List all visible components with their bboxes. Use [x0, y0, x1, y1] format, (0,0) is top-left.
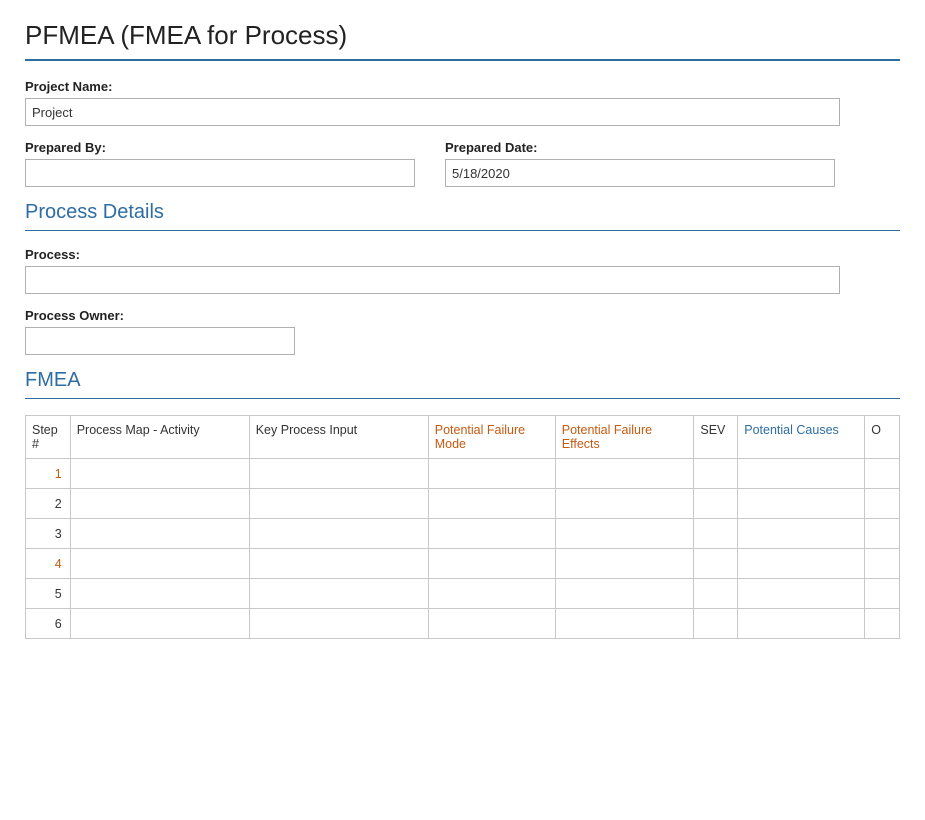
step-cell: 3: [26, 519, 71, 549]
table-header-row: Step # Process Map - Activity Key Proces…: [26, 416, 900, 459]
project-name-input[interactable]: [25, 98, 840, 126]
col-header-failure-effects: Potential Failure Effects: [555, 416, 694, 459]
process-label: Process:: [25, 247, 900, 262]
prepared-date-input[interactable]: [445, 159, 835, 187]
col-header-step: Step #: [26, 416, 71, 459]
key-process-cell[interactable]: [249, 609, 428, 639]
col-header-process-map: Process Map - Activity: [70, 416, 249, 459]
page-title: PFMEA (FMEA for Process): [25, 20, 900, 51]
failure-effects-cell[interactable]: [555, 459, 694, 489]
step-cell: 6: [26, 609, 71, 639]
process-map-cell[interactable]: [70, 609, 249, 639]
o-cell[interactable]: [865, 519, 900, 549]
process-map-cell[interactable]: [70, 549, 249, 579]
fmea-title: FMEA: [25, 369, 900, 392]
prepared-row: Prepared By: Prepared Date:: [25, 140, 900, 187]
key-process-cell[interactable]: [249, 549, 428, 579]
step-cell: 1: [26, 459, 71, 489]
prepared-date-label: Prepared Date:: [445, 140, 835, 155]
failure-mode-cell[interactable]: [428, 489, 555, 519]
process-details-title: Process Details: [25, 201, 900, 224]
table-row: 6: [26, 609, 900, 639]
o-cell[interactable]: [865, 609, 900, 639]
col-header-failure-mode: Potential Failure Mode: [428, 416, 555, 459]
failure-effects-cell[interactable]: [555, 609, 694, 639]
process-map-cell[interactable]: [70, 489, 249, 519]
potential-causes-cell[interactable]: [738, 489, 865, 519]
process-owner-group: Process Owner:: [25, 308, 900, 355]
step-cell: 5: [26, 579, 71, 609]
project-name-label: Project Name:: [25, 79, 900, 94]
sev-cell[interactable]: [694, 489, 738, 519]
failure-effects-cell[interactable]: [555, 549, 694, 579]
failure-mode-cell[interactable]: [428, 459, 555, 489]
o-cell[interactable]: [865, 579, 900, 609]
sev-cell[interactable]: [694, 609, 738, 639]
failure-effects-cell[interactable]: [555, 489, 694, 519]
potential-causes-cell[interactable]: [738, 459, 865, 489]
failure-effects-cell[interactable]: [555, 579, 694, 609]
failure-mode-cell[interactable]: [428, 609, 555, 639]
failure-effects-cell[interactable]: [555, 519, 694, 549]
project-name-group: Project Name:: [25, 79, 900, 126]
col-header-o: O: [865, 416, 900, 459]
failure-mode-cell[interactable]: [428, 549, 555, 579]
process-map-cell[interactable]: [70, 579, 249, 609]
process-owner-input[interactable]: [25, 327, 295, 355]
sev-cell[interactable]: [694, 549, 738, 579]
prepared-by-label: Prepared By:: [25, 140, 415, 155]
potential-causes-cell[interactable]: [738, 579, 865, 609]
sev-cell[interactable]: [694, 459, 738, 489]
o-cell[interactable]: [865, 549, 900, 579]
o-cell[interactable]: [865, 459, 900, 489]
process-owner-label: Process Owner:: [25, 308, 900, 323]
process-map-cell[interactable]: [70, 519, 249, 549]
process-map-cell[interactable]: [70, 459, 249, 489]
col-header-key-process: Key Process Input: [249, 416, 428, 459]
failure-mode-cell[interactable]: [428, 579, 555, 609]
key-process-cell[interactable]: [249, 519, 428, 549]
process-details-divider: [25, 230, 900, 231]
sev-cell[interactable]: [694, 579, 738, 609]
col-header-sev: SEV: [694, 416, 738, 459]
table-row: 5: [26, 579, 900, 609]
table-row: 3: [26, 519, 900, 549]
title-divider: [25, 59, 900, 61]
fmea-table: Step # Process Map - Activity Key Proces…: [25, 415, 900, 639]
key-process-cell[interactable]: [249, 459, 428, 489]
table-row: 1: [26, 459, 900, 489]
key-process-cell[interactable]: [249, 489, 428, 519]
potential-causes-cell[interactable]: [738, 519, 865, 549]
process-input[interactable]: [25, 266, 840, 294]
step-cell: 2: [26, 489, 71, 519]
table-row: 2: [26, 489, 900, 519]
process-group: Process:: [25, 247, 900, 294]
col-header-potential-causes: Potential Causes: [738, 416, 865, 459]
potential-causes-cell[interactable]: [738, 609, 865, 639]
table-row: 4: [26, 549, 900, 579]
fmea-divider: [25, 398, 900, 399]
prepared-by-input[interactable]: [25, 159, 415, 187]
step-cell: 4: [26, 549, 71, 579]
prepared-by-group: Prepared By:: [25, 140, 415, 187]
o-cell[interactable]: [865, 489, 900, 519]
key-process-cell[interactable]: [249, 579, 428, 609]
potential-causes-cell[interactable]: [738, 549, 865, 579]
prepared-date-group: Prepared Date:: [445, 140, 835, 187]
failure-mode-cell[interactable]: [428, 519, 555, 549]
sev-cell[interactable]: [694, 519, 738, 549]
